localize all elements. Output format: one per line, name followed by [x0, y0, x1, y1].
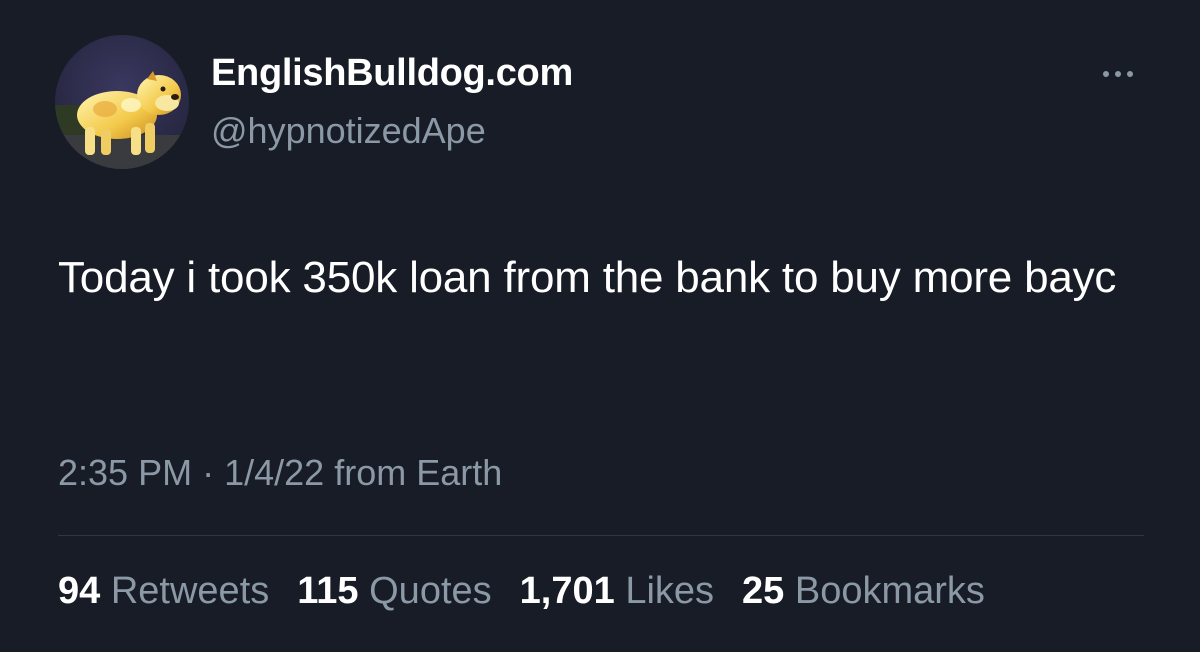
- divider: [58, 535, 1144, 536]
- tweet-card: EnglishBulldog.com @hypnotizedApe Today …: [0, 0, 1200, 652]
- retweets-count: 94: [58, 570, 101, 612]
- bookmarks-label: Bookmarks: [794, 570, 985, 612]
- more-dots-icon[interactable]: [1092, 56, 1144, 92]
- author-handle[interactable]: @hypnotizedApe: [211, 110, 486, 152]
- likes-stat[interactable]: 1,701 Likes: [520, 570, 714, 613]
- bookmarks-stat[interactable]: 25 Bookmarks: [742, 570, 985, 613]
- dot: [1103, 71, 1109, 77]
- tweet-source: from Earth: [334, 452, 503, 493]
- author-avatar[interactable]: [55, 35, 189, 169]
- tweet-meta: 2:35 PM · 1/4/22 from Earth: [58, 452, 502, 494]
- quotes-count: 115: [297, 570, 359, 612]
- dot: [1127, 71, 1133, 77]
- bulldog-avatar-icon: [55, 35, 189, 169]
- quotes-label: Quotes: [369, 570, 492, 612]
- tweet-text: Today i took 350k loan from the bank to …: [58, 253, 1117, 302]
- quotes-stat[interactable]: 115 Quotes: [297, 570, 491, 613]
- meta-separator: ·: [202, 452, 215, 493]
- author-display-name[interactable]: EnglishBulldog.com: [211, 52, 573, 95]
- tweet-date[interactable]: 1/4/22: [224, 452, 324, 493]
- likes-label: Likes: [625, 570, 715, 612]
- likes-count: 1,701: [519, 570, 615, 612]
- tweet-time[interactable]: 2:35 PM: [58, 452, 192, 493]
- retweets-stat[interactable]: 94 Retweets: [58, 570, 269, 613]
- bookmarks-count: 25: [742, 570, 785, 612]
- dot: [1115, 71, 1121, 77]
- engagement-stats: 94 Retweets 115 Quotes 1,701 Likes 25 Bo…: [58, 570, 985, 613]
- retweets-label: Retweets: [110, 570, 270, 612]
